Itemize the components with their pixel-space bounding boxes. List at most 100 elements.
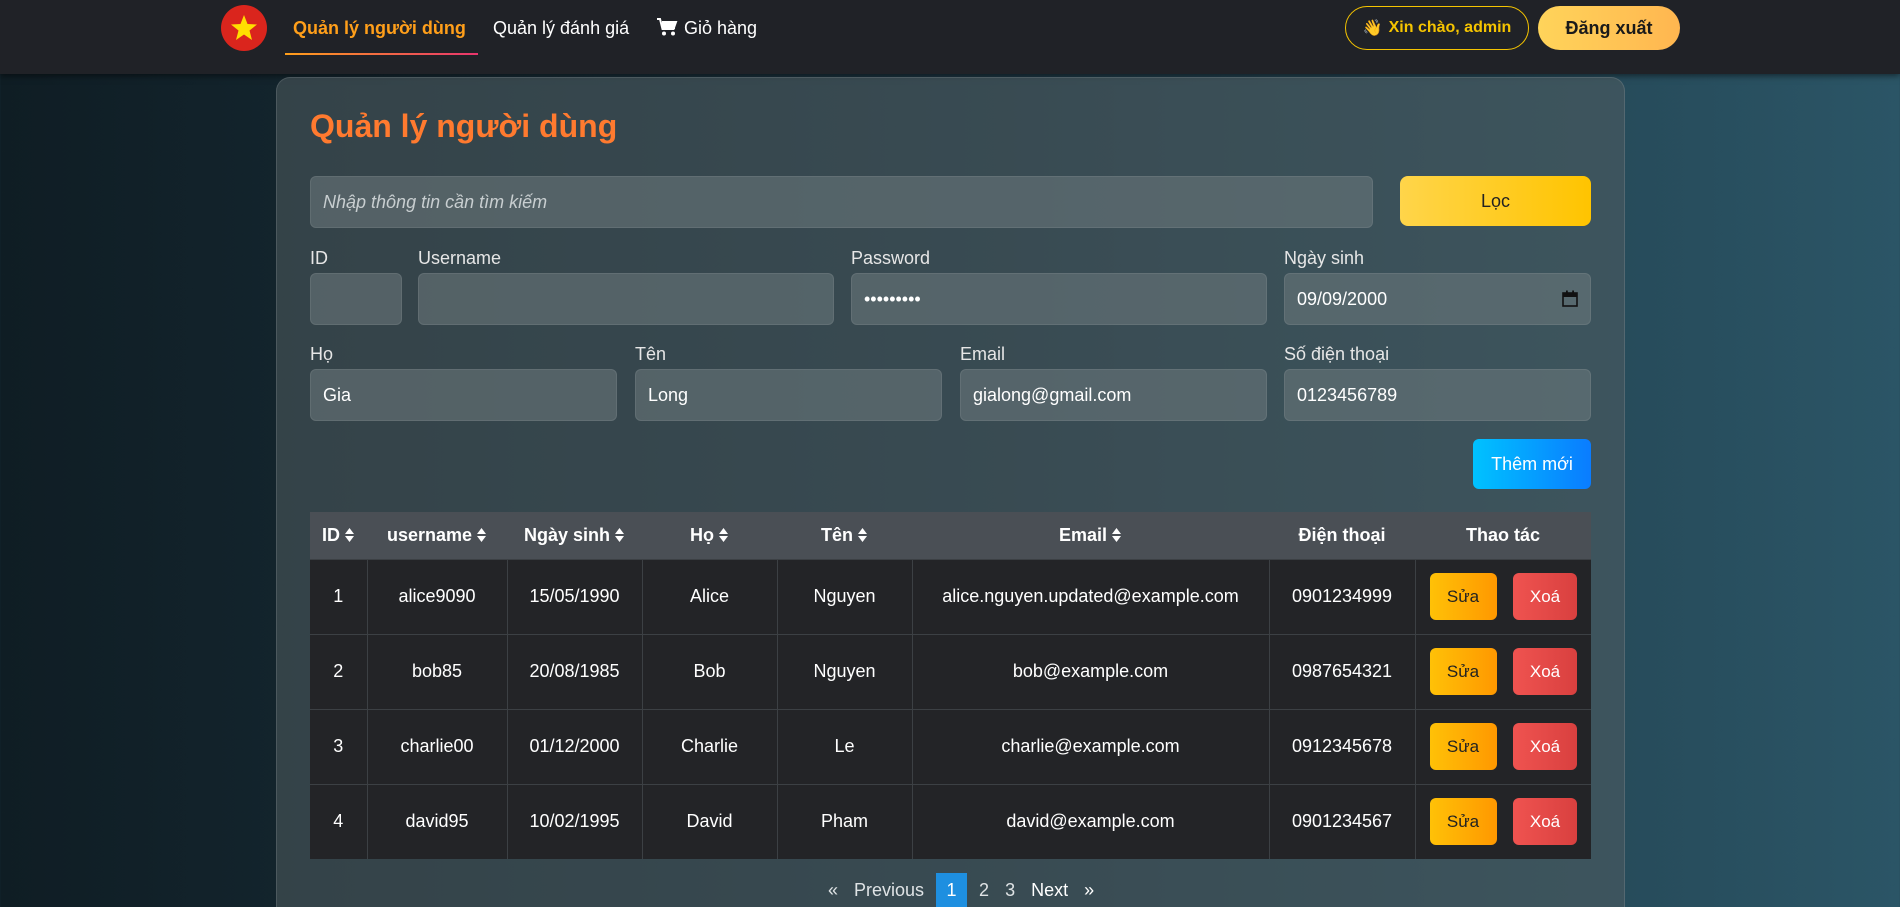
username-field[interactable] xyxy=(418,273,834,325)
password-field[interactable]: ••••••••• xyxy=(851,273,1267,325)
column-header-phone: Điện thoại xyxy=(1269,512,1415,559)
waving-hand-icon: 👋 xyxy=(1362,20,1383,37)
sort-icon xyxy=(345,527,354,542)
nav-link-user-management[interactable]: Quản lý người dùng xyxy=(293,0,466,56)
header-label: ID xyxy=(322,524,340,545)
cell-first-name: Le xyxy=(776,708,912,784)
previous-page-link[interactable]: Previous xyxy=(846,873,932,907)
action-buttons: Sửa Xoá xyxy=(1416,785,1592,859)
page-link-3[interactable]: 3 xyxy=(997,873,1023,907)
calendar-icon[interactable] xyxy=(1562,290,1578,307)
last-page-arrow[interactable]: » xyxy=(1076,873,1102,907)
table-row: 1 alice9090 15/05/1990 Alice Nguyen alice.ngu… xyxy=(310,558,1592,634)
cell-phone: 0901234567 xyxy=(1268,783,1415,859)
cell-email: charlie@example.com xyxy=(911,708,1269,784)
cell-first-name: Nguyen xyxy=(776,558,912,634)
cell-last-name: Alice xyxy=(641,558,777,634)
cell-email: bob@example.com xyxy=(911,633,1269,709)
first-name-field[interactable]: Long xyxy=(635,369,942,421)
column-header-id[interactable]: ID xyxy=(310,512,367,559)
cell-last-name: David xyxy=(641,783,777,859)
cell-actions: Sửa Xoá xyxy=(1414,783,1592,859)
last-name-field[interactable]: Gia xyxy=(310,369,617,421)
column-header-birthdate[interactable]: Ngày sinh xyxy=(507,512,642,559)
cell-email: david@example.com xyxy=(911,783,1269,859)
nav-link-label: Giỏ hàng xyxy=(684,18,758,38)
cell-id: 1 xyxy=(310,558,367,634)
column-header-username[interactable]: username xyxy=(367,512,507,559)
phone-label: Số điện thoại xyxy=(1284,344,1390,364)
edit-button[interactable]: Sửa xyxy=(1429,648,1497,695)
nav-link-label: Quản lý người dùng xyxy=(293,18,466,38)
edit-button[interactable]: Sửa xyxy=(1429,798,1497,845)
users-table: ID username Ngày sinh Họ Tên Email Điện … xyxy=(310,512,1591,859)
page-link-1[interactable]: 1 xyxy=(936,873,968,907)
nav-link-label: Quản lý đánh giá xyxy=(493,18,630,38)
cell-last-name: Bob xyxy=(641,633,777,709)
table-row: 2 bob85 20/08/1985 Bob Nguyen bob@example.com… xyxy=(310,633,1591,709)
logo-star-icon[interactable] xyxy=(221,5,267,51)
delete-button[interactable]: Xoá xyxy=(1513,798,1577,845)
column-header-last-name[interactable]: Họ xyxy=(642,512,777,559)
cell-last-name: Charlie xyxy=(641,708,777,784)
cell-id: 4 xyxy=(310,783,367,859)
first-page-arrow[interactable]: « xyxy=(820,873,846,907)
nav-link-review-management[interactable]: Quản lý đánh giá xyxy=(493,0,629,56)
cell-actions: Sửa Xoá xyxy=(1414,558,1592,634)
active-nav-underline xyxy=(285,53,478,55)
add-new-button[interactable]: Thêm mới xyxy=(1473,439,1591,489)
page-link-2[interactable]: 2 xyxy=(971,873,997,907)
cell-birthdate: 20/08/1985 xyxy=(506,633,642,709)
greeting-label: Xin chào, admin xyxy=(1388,19,1512,36)
table-row: 3 charlie00 01/12/2000 Charlie Le charlie@exa… xyxy=(310,708,1591,784)
id-field[interactable] xyxy=(310,273,402,325)
header-label: Email xyxy=(1058,524,1108,545)
email-field[interactable]: gialong@gmail.com xyxy=(960,369,1267,421)
cell-birthdate: 01/12/2000 xyxy=(506,708,642,784)
edit-button[interactable]: Sửa xyxy=(1429,573,1497,620)
column-header-first-name[interactable]: Tên xyxy=(777,512,912,559)
sort-icon xyxy=(1112,527,1122,542)
cell-phone: 0901234999 xyxy=(1268,558,1415,634)
birthdate-value: 09/09/2000 xyxy=(1297,289,1388,309)
delete-button[interactable]: Xoá xyxy=(1513,723,1577,770)
header-label: Ngày sinh xyxy=(523,524,611,545)
sort-icon xyxy=(615,527,625,542)
table-row: 4 david95 10/02/1995 David Pham david@example… xyxy=(310,783,1592,859)
header-label: Họ xyxy=(690,524,714,545)
column-header-email[interactable]: Email xyxy=(912,512,1269,559)
cell-first-name: Nguyen xyxy=(776,633,912,709)
cell-birthdate: 10/02/1995 xyxy=(506,783,642,859)
action-buttons: Sửa Xoá xyxy=(1416,560,1592,634)
cell-birthdate: 15/05/1990 xyxy=(506,558,642,634)
cell-actions: Sửa Xoá xyxy=(1414,633,1591,709)
filter-button[interactable]: Lọc xyxy=(1400,176,1591,226)
pagination: « Previous 1 2 3 Next » xyxy=(820,873,1102,907)
password-label: Password xyxy=(851,248,931,268)
edit-button[interactable]: Sửa xyxy=(1429,723,1497,770)
logout-button[interactable]: Đăng xuất xyxy=(1538,6,1680,50)
sort-icon xyxy=(719,527,728,542)
delete-button[interactable]: Xoá xyxy=(1513,648,1577,695)
search-input[interactable]: Nhập thông tin cần tìm kiếm xyxy=(310,176,1373,228)
nav-link-cart[interactable]: Giỏ hàng xyxy=(656,0,757,56)
birthdate-field[interactable]: 09/09/2000 xyxy=(1284,273,1591,325)
cell-first-name: Pham xyxy=(776,783,912,859)
username-label: Username xyxy=(418,248,502,268)
top-navbar: Quản lý người dùng Quản lý đánh giá Giỏ … xyxy=(0,0,1900,74)
cell-phone: 0987654321 xyxy=(1268,633,1415,709)
email-label: Email xyxy=(960,344,1006,364)
id-label: ID xyxy=(310,248,328,268)
last-name-label: Họ xyxy=(310,344,334,364)
delete-button[interactable]: Xoá xyxy=(1513,573,1577,620)
greeting-button[interactable]: 👋 Xin chào, admin xyxy=(1345,6,1529,50)
cell-email: alice.nguyen.updated@example.com xyxy=(911,558,1269,634)
header-label: Điện thoại xyxy=(1298,524,1386,545)
birthdate-label: Ngày sinh xyxy=(1284,248,1365,268)
header-label: Tên xyxy=(820,524,853,545)
phone-field[interactable]: 0123456789 xyxy=(1284,369,1591,421)
page-title: Quản lý người dùng xyxy=(310,108,618,144)
cart-icon xyxy=(657,18,678,36)
cell-id: 2 xyxy=(310,633,367,709)
next-page-link[interactable]: Next xyxy=(1023,873,1076,907)
